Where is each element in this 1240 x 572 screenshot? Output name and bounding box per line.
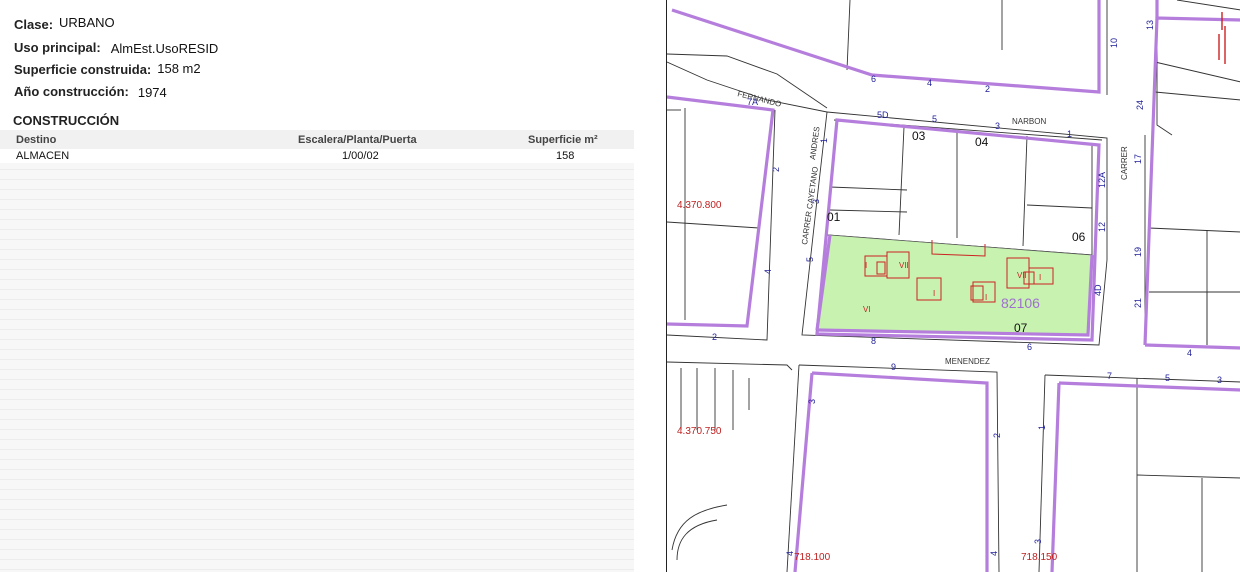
coord-4370800: 4.370.800 (677, 200, 722, 211)
svg-text:I: I (985, 293, 987, 302)
coord-718100: 718.100 (794, 552, 831, 563)
svg-text:13: 13 (1145, 20, 1155, 30)
svg-text:1: 1 (1037, 425, 1047, 430)
svg-text:4: 4 (763, 269, 773, 274)
svg-text:8: 8 (871, 336, 876, 346)
uso-principal-label: Uso principal: (14, 40, 101, 55)
clase-row: Clase: URBANO (14, 15, 115, 32)
map-canvas[interactable]: 82106 03 04 01 06 07 I VII VI I I VII I … (667, 0, 1240, 572)
svg-text:5D: 5D (877, 110, 889, 120)
svg-text:4: 4 (989, 551, 999, 556)
table-row: ALMACEN 1/00/02 158 (0, 149, 634, 163)
coord-4370750: 4.370.750 (677, 426, 722, 437)
ano-construccion-label: Año construcción: (14, 84, 129, 99)
svg-text:VII: VII (1017, 271, 1027, 280)
svg-text:7: 7 (1107, 371, 1112, 381)
svg-text:9: 9 (891, 362, 896, 372)
cell-superficie: 158 (556, 150, 575, 162)
svg-text:17: 17 (1133, 154, 1143, 164)
svg-text:4: 4 (1187, 348, 1192, 358)
header-superficie: Superficie m² (528, 134, 598, 146)
svg-text:2: 2 (985, 84, 990, 94)
svg-text:VII: VII (899, 261, 909, 270)
svg-text:01: 01 (827, 210, 841, 224)
cadastral-map[interactable]: 82106 03 04 01 06 07 I VII VI I I VII I … (666, 0, 1240, 572)
header-destino: Destino (16, 134, 57, 146)
coord-718150: 718.150 (1021, 552, 1058, 563)
svg-text:1: 1 (1067, 129, 1072, 139)
construccion-table: Destino Escalera/Planta/Puerta Superfici… (0, 130, 634, 572)
svg-text:12A: 12A (1097, 172, 1107, 188)
construccion-title: CONSTRUCCIÓN (13, 113, 120, 128)
street-carrer: CARRER (1120, 146, 1129, 180)
svg-text:2: 2 (992, 433, 1002, 438)
uso-principal-value: AlmEst.UsoRESID (110, 41, 219, 56)
clase-value: URBANO (59, 15, 115, 30)
header-escalera-planta-puerta: Escalera/Planta/Puerta (298, 134, 417, 146)
svg-text:10: 10 (1109, 38, 1119, 48)
svg-text:4D: 4D (1093, 284, 1103, 296)
clase-label: Clase: (14, 17, 54, 32)
svg-text:I: I (1039, 273, 1041, 282)
svg-text:I: I (933, 289, 935, 298)
uso-principal-row: Uso principal: AlmEst.UsoRESID (14, 40, 219, 56)
svg-text:2: 2 (771, 167, 781, 172)
svg-text:5: 5 (932, 114, 937, 124)
info-panel: Clase: URBANO Uso principal: AlmEst.UsoRES… (0, 0, 640, 572)
svg-text:7A: 7A (747, 97, 758, 107)
parcel-number-label: 82106 (1001, 295, 1040, 311)
ano-construccion-row: Año construcción: 1974 (14, 84, 167, 100)
svg-text:4: 4 (785, 551, 795, 556)
svg-text:3: 3 (807, 399, 817, 404)
svg-text:04: 04 (975, 135, 989, 149)
cell-escalera-planta-puerta: 1/00/02 (342, 150, 379, 162)
superficie-value: 158 m2 (157, 61, 201, 76)
svg-text:3: 3 (995, 121, 1000, 131)
svg-text:3: 3 (811, 199, 821, 204)
svg-text:3: 3 (1217, 375, 1222, 385)
svg-text:2: 2 (712, 332, 717, 342)
svg-text:6: 6 (1027, 342, 1032, 352)
svg-text:07: 07 (1014, 321, 1028, 335)
svg-text:19: 19 (1133, 247, 1143, 257)
svg-text:12: 12 (1097, 222, 1107, 232)
svg-text:4: 4 (927, 78, 932, 88)
svg-text:24: 24 (1135, 100, 1145, 110)
superficie-row: Superficie construida: 158 m2 (14, 61, 201, 77)
street-narbon: NARBON (1012, 117, 1046, 126)
svg-text:I: I (865, 261, 867, 270)
selected-parcel[interactable] (816, 234, 1093, 336)
svg-text:VI: VI (863, 305, 871, 314)
superficie-label: Superficie construida: (14, 62, 152, 77)
street-cayetano: CARRER CAYETANO (800, 166, 820, 245)
svg-text:5: 5 (1165, 373, 1170, 383)
svg-text:06: 06 (1072, 230, 1086, 244)
street-menendez: MENENDEZ (945, 357, 990, 366)
ano-construccion-value: 1974 (137, 85, 167, 100)
svg-text:6: 6 (871, 74, 876, 84)
svg-text:1: 1 (819, 138, 829, 143)
table-header: Destino Escalera/Planta/Puerta Superfici… (0, 130, 634, 149)
svg-text:5: 5 (805, 257, 815, 262)
svg-text:21: 21 (1133, 298, 1143, 308)
svg-text:03: 03 (912, 129, 926, 143)
svg-text:3: 3 (1033, 539, 1043, 544)
cell-destino: ALMACEN (16, 150, 70, 162)
